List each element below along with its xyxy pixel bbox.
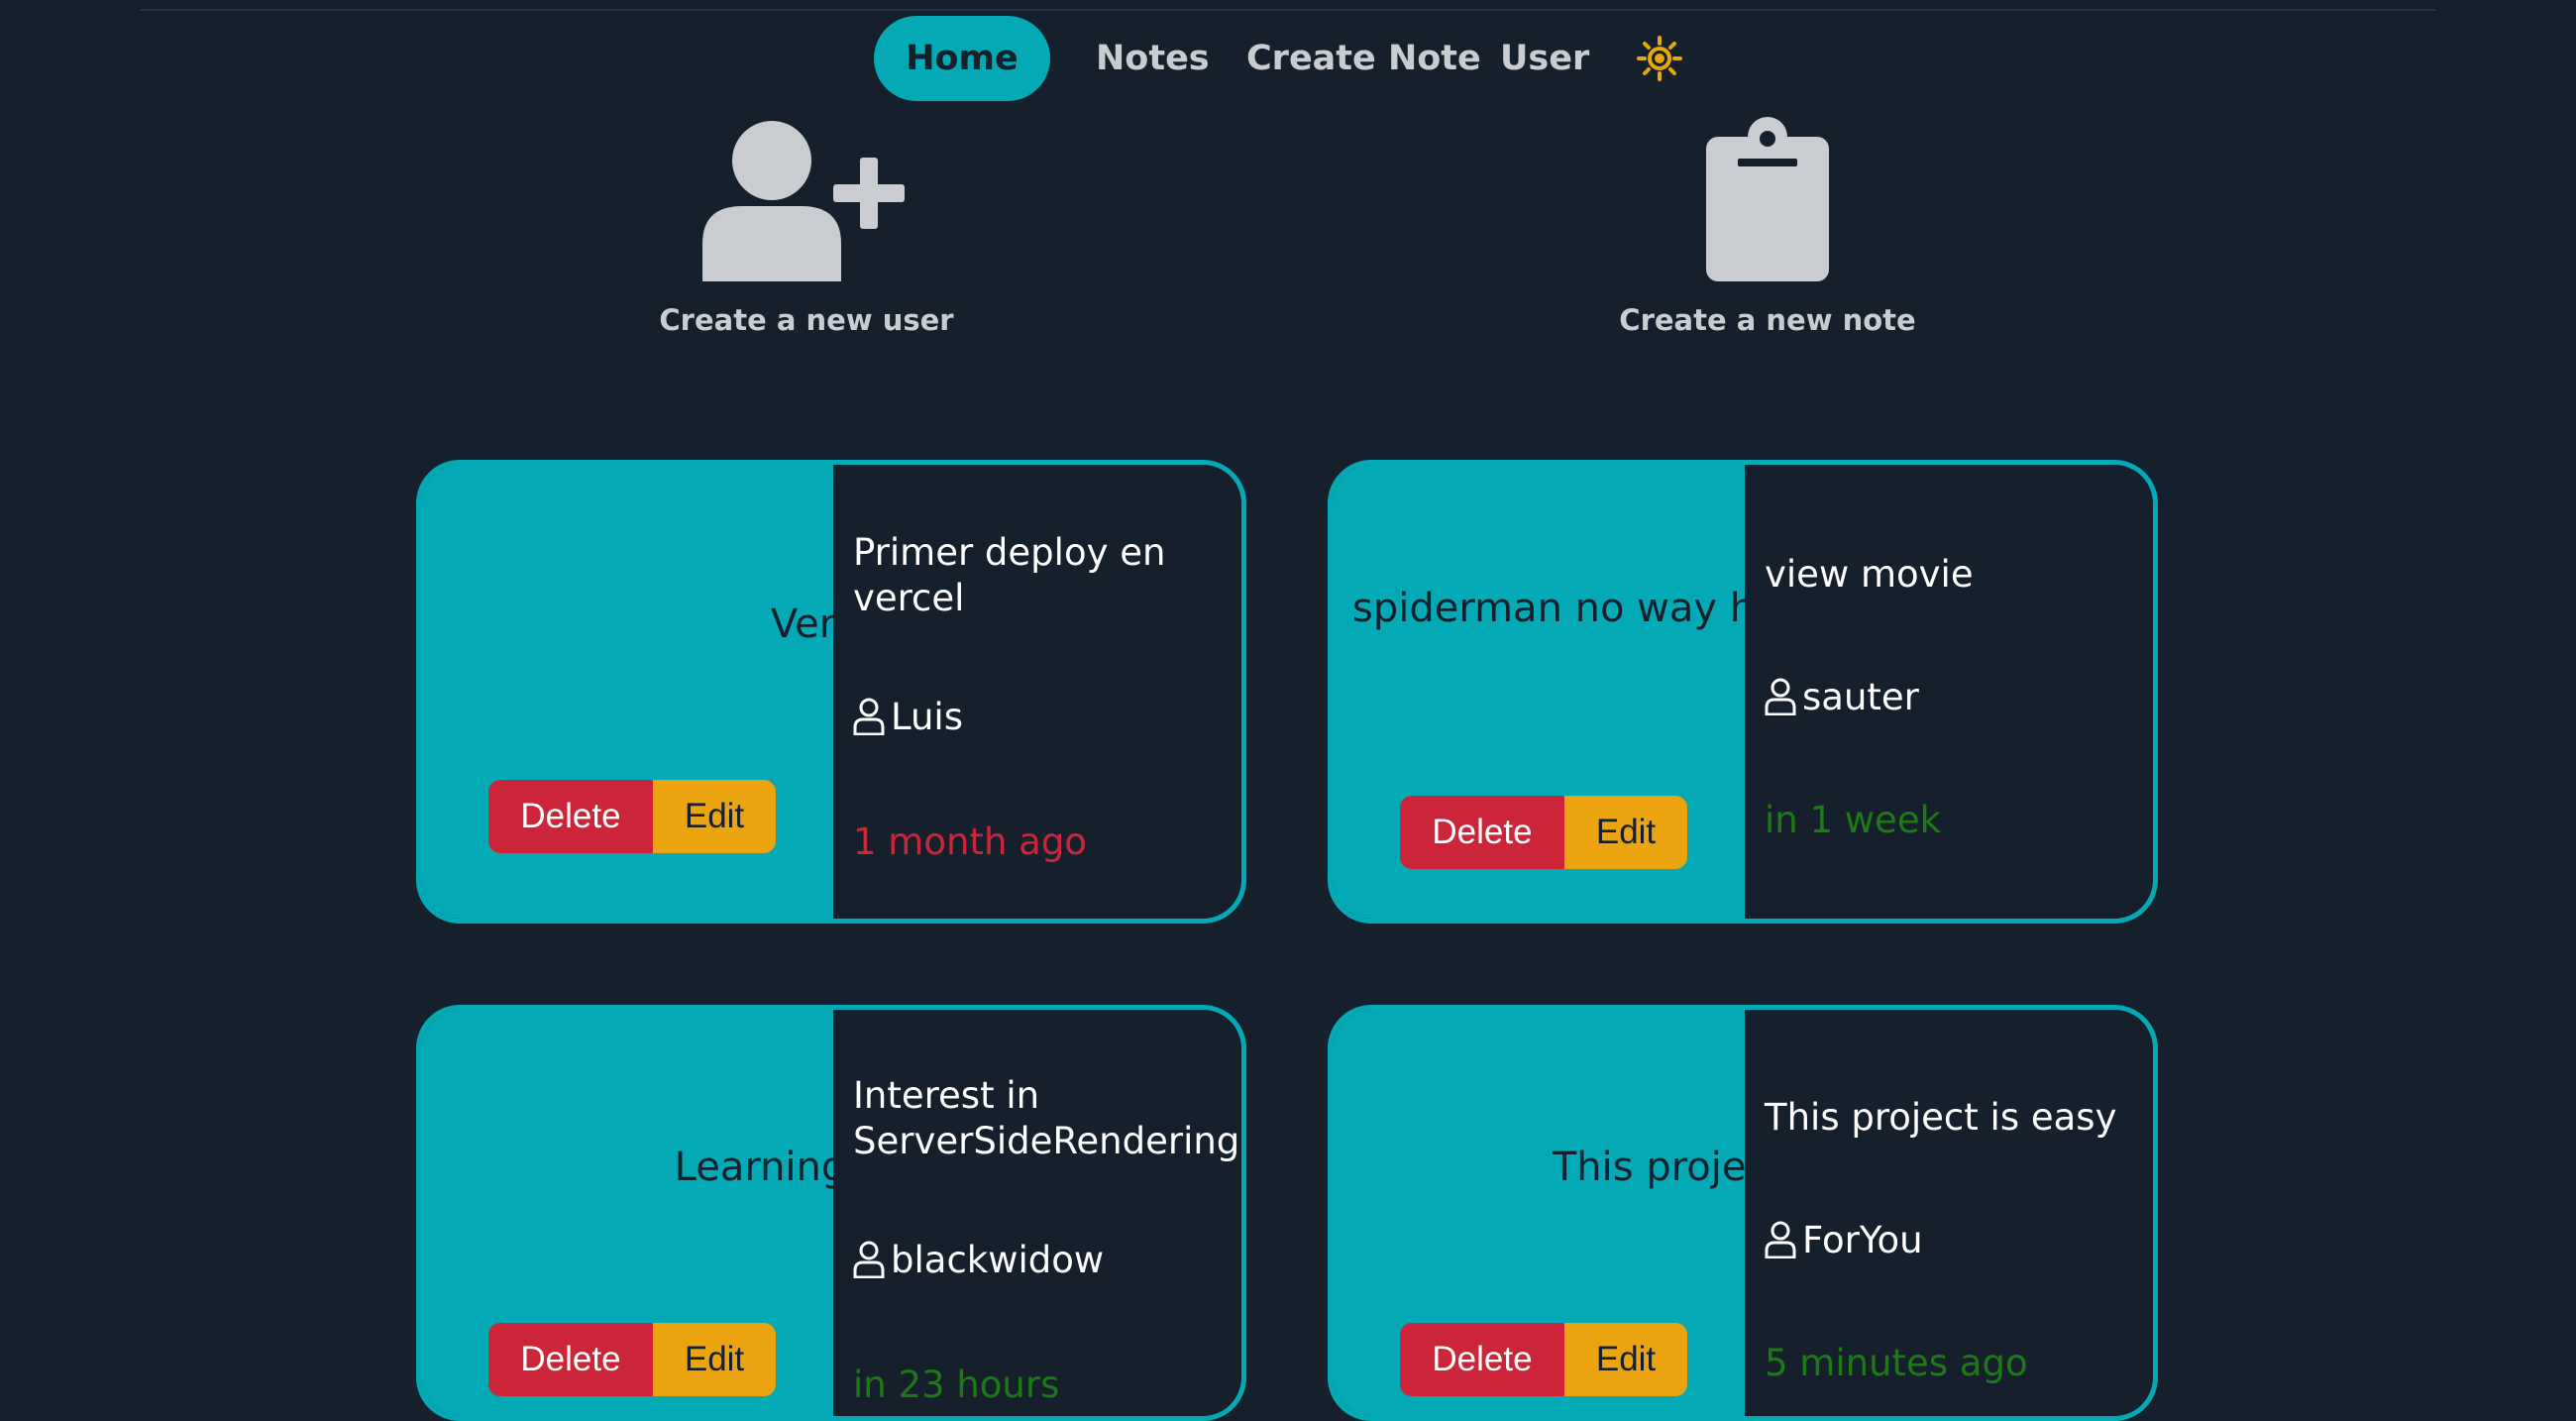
note-content: view movie (1765, 553, 1974, 596)
user-icon (853, 1241, 885, 1279)
nav-user[interactable]: User (1500, 16, 1589, 101)
note-author-name: Luis (891, 696, 963, 738)
note-card: spiderman no way home Delete Edit view m… (1328, 460, 2158, 924)
note-content: Interest in ServerSideRendering (853, 1074, 1240, 1162)
nav-home[interactable]: Home (874, 16, 1050, 101)
note-date: 1 month ago (853, 820, 1087, 863)
note-title: This project is easy (1552, 1145, 1934, 1190)
note-author: blackwidow (853, 1238, 1226, 1283)
note-author-name: ForYou (1802, 1219, 1923, 1261)
create-user-action[interactable]: Create a new user (658, 117, 955, 337)
edit-button[interactable]: Edit (1564, 796, 1687, 869)
sun-icon[interactable] (1637, 36, 1682, 81)
nav-notes[interactable]: Notes (1096, 16, 1210, 101)
note-author-name: sauter (1802, 676, 1919, 718)
note-card: Vercel Delete Edit Primer deploy en verc… (416, 460, 1246, 924)
create-note-label: Create a new note (1619, 303, 1916, 337)
create-user-label: Create a new user (659, 303, 954, 337)
user-plus-icon (702, 121, 905, 281)
top-divider (141, 9, 2435, 11)
edit-button[interactable]: Edit (653, 780, 776, 853)
note-actions: Delete Edit (488, 780, 776, 853)
user-icon (853, 698, 885, 736)
note-author: Luis (853, 695, 1226, 740)
nav-create-note[interactable]: Create Note (1246, 16, 1481, 101)
note-content: This project is easy (1765, 1096, 2117, 1139)
delete-button[interactable]: Delete (488, 1323, 653, 1396)
main-nav: Home Notes Create Note User (0, 16, 2576, 101)
user-icon (1765, 1221, 1796, 1259)
note-date: in 1 week (1765, 799, 1942, 841)
note-actions: Delete Edit (1400, 1323, 1687, 1396)
note-date: in 23 hours (853, 1364, 1060, 1406)
clipboard-icon (1706, 117, 1829, 281)
note-actions: Delete Edit (488, 1323, 776, 1396)
edit-button[interactable]: Edit (653, 1323, 776, 1396)
note-card: Learning NextJS Delete Edit Interest in … (416, 1005, 1246, 1421)
edit-button[interactable]: Edit (1564, 1323, 1687, 1396)
delete-button[interactable]: Delete (1400, 1323, 1564, 1396)
note-actions: Delete Edit (1400, 796, 1687, 869)
note-date: 5 minutes ago (1765, 1342, 2028, 1384)
user-icon (1765, 678, 1796, 716)
note-author-name: blackwidow (891, 1239, 1105, 1281)
note-content: Primer deploy en vercel (853, 531, 1166, 619)
delete-button[interactable]: Delete (488, 780, 653, 853)
note-author: sauter (1765, 675, 2137, 720)
note-author: ForYou (1765, 1218, 2137, 1263)
create-note-action[interactable]: Create a new note (1619, 117, 1916, 337)
delete-button[interactable]: Delete (1400, 796, 1564, 869)
note-card: This project is easy Delete Edit This pr… (1328, 1005, 2158, 1421)
